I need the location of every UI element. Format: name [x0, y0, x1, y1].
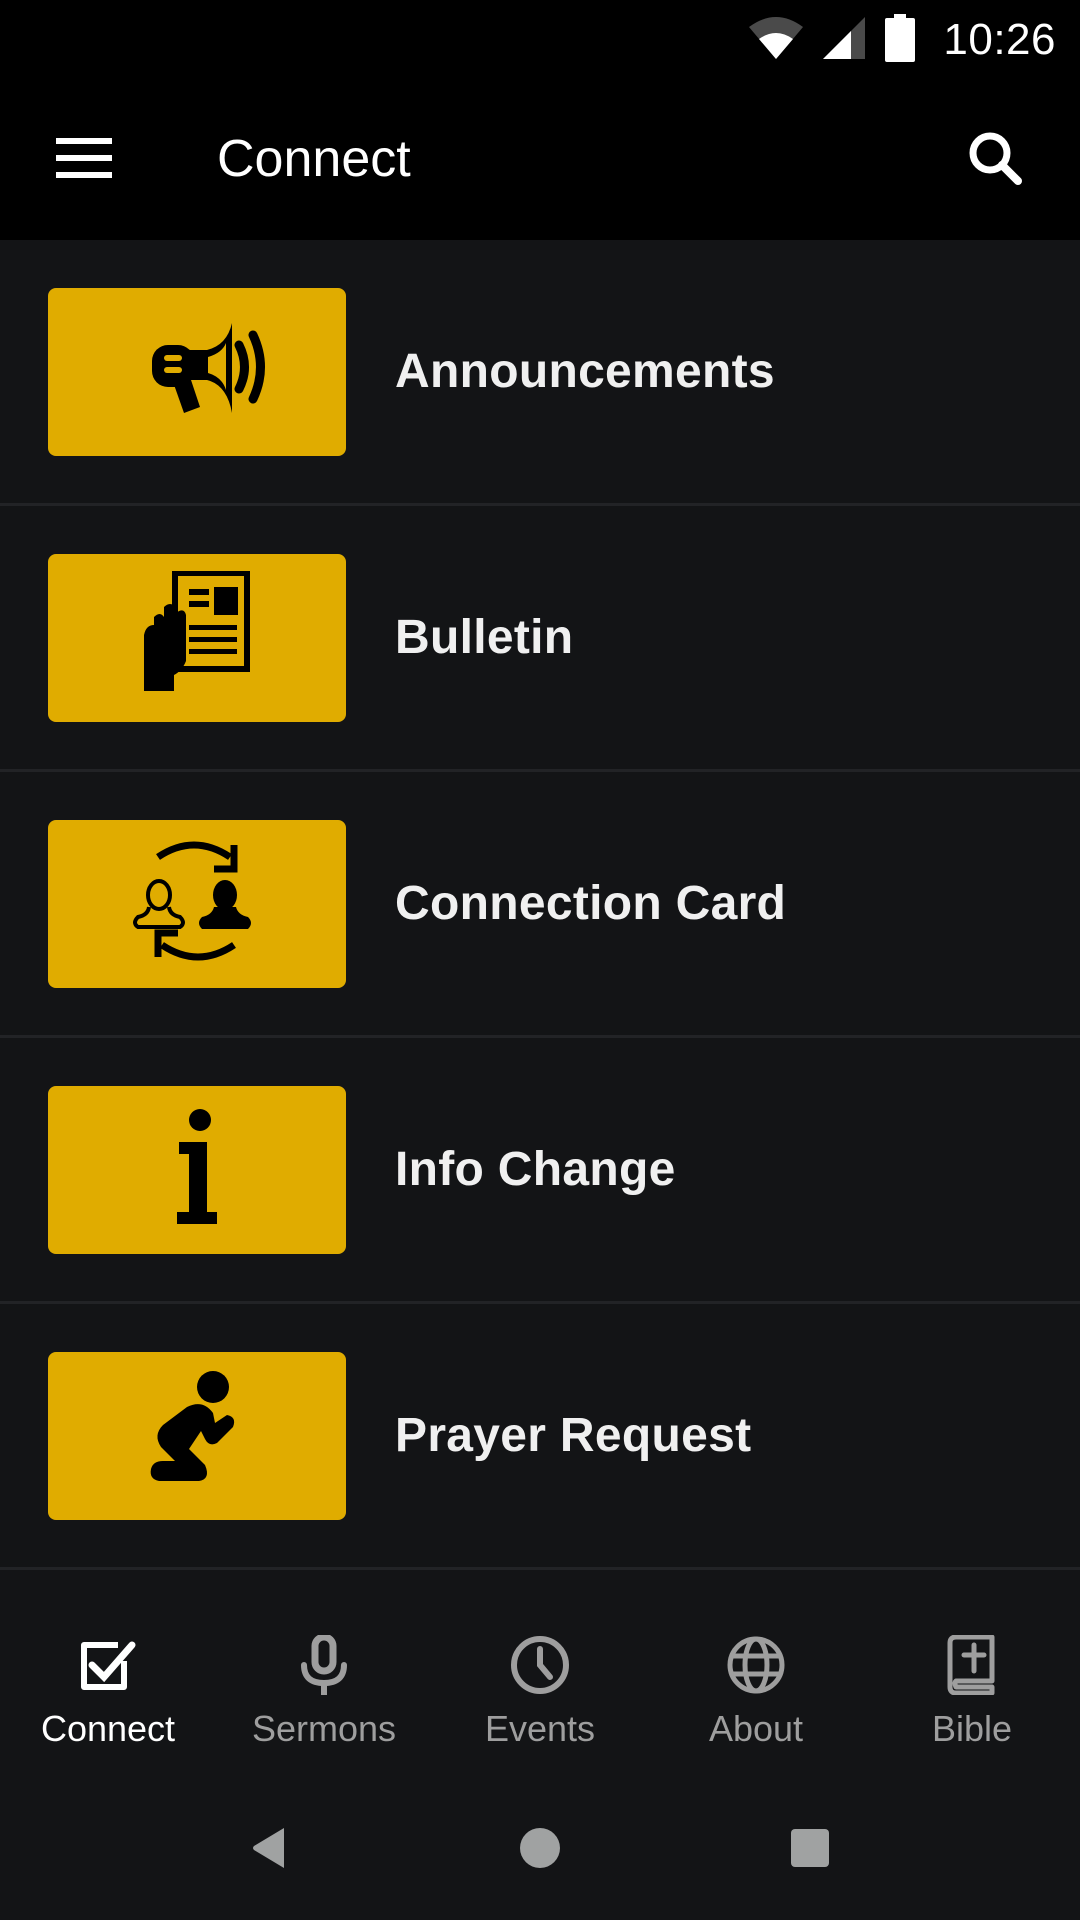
- info-change-tile: [48, 1086, 346, 1254]
- home-icon: [518, 1826, 562, 1875]
- tab-label: Bible: [931, 1708, 1013, 1749]
- tab-connect[interactable]: Connect: [0, 1590, 216, 1780]
- tab-label: Sermons: [251, 1708, 397, 1749]
- cell-signal-icon: [823, 15, 867, 66]
- clock-icon: [510, 1635, 570, 1695]
- checkbox-icon: [78, 1635, 138, 1695]
- announcements-tile: [48, 288, 346, 456]
- list-item-prayer-request[interactable]: Prayer Request: [0, 1304, 1080, 1570]
- people-exchange-icon: [132, 837, 262, 972]
- app-bar: Connect: [0, 80, 1080, 240]
- tab-label: Connect: [40, 1708, 176, 1749]
- prayer-request-tile: [48, 1352, 346, 1520]
- back-icon: [250, 1826, 290, 1875]
- home-button[interactable]: [510, 1820, 570, 1880]
- menu-button[interactable]: [44, 124, 124, 196]
- microphone-icon: [294, 1635, 354, 1695]
- recents-button[interactable]: [780, 1820, 840, 1880]
- tab-label: About: [708, 1708, 804, 1749]
- tab-sermons[interactable]: Sermons: [216, 1590, 432, 1780]
- globe-icon: [726, 1635, 786, 1695]
- battery-icon: [885, 13, 916, 67]
- list-item-announcements[interactable]: Announcements: [0, 240, 1080, 506]
- list-item-label: Bulletin: [395, 611, 574, 664]
- search-button[interactable]: [955, 120, 1035, 200]
- tab-bible[interactable]: Bible: [864, 1590, 1080, 1780]
- bible-icon: [942, 1635, 1002, 1695]
- status-bar: 10:26: [0, 0, 1080, 80]
- back-button[interactable]: [240, 1820, 300, 1880]
- list-item-connection-card[interactable]: Connection Card: [0, 772, 1080, 1038]
- connect-list: Announcements Bulletin Connection Card I…: [0, 240, 1080, 1570]
- info-icon: [167, 1108, 227, 1233]
- list-item-label: Connection Card: [395, 877, 787, 930]
- recents-icon: [790, 1828, 830, 1873]
- list-item-label: Prayer Request: [395, 1409, 752, 1462]
- wifi-icon: [747, 15, 805, 66]
- tab-about[interactable]: About: [648, 1590, 864, 1780]
- page-title: Connect: [217, 130, 411, 188]
- megaphone-icon: [122, 315, 272, 430]
- connection-card-tile: [48, 820, 346, 988]
- system-navigation-bar: [0, 1780, 1080, 1920]
- tab-label: Events: [484, 1708, 596, 1749]
- bulletin-hand-icon: [142, 569, 252, 706]
- status-time: 10:26: [943, 15, 1056, 64]
- list-item-bulletin[interactable]: Bulletin: [0, 506, 1080, 772]
- bulletin-tile: [48, 554, 346, 722]
- list-item-info-change[interactable]: Info Change: [0, 1038, 1080, 1304]
- bottom-navigation: Connect Sermons Events About Bible: [0, 1590, 1080, 1780]
- hamburger-menu-icon: [56, 137, 112, 183]
- tab-events[interactable]: Events: [432, 1590, 648, 1780]
- search-icon: [967, 130, 1023, 191]
- list-item-label: Announcements: [395, 345, 775, 398]
- praying-person-icon: [147, 1369, 247, 1504]
- list-item-label: Info Change: [395, 1143, 676, 1196]
